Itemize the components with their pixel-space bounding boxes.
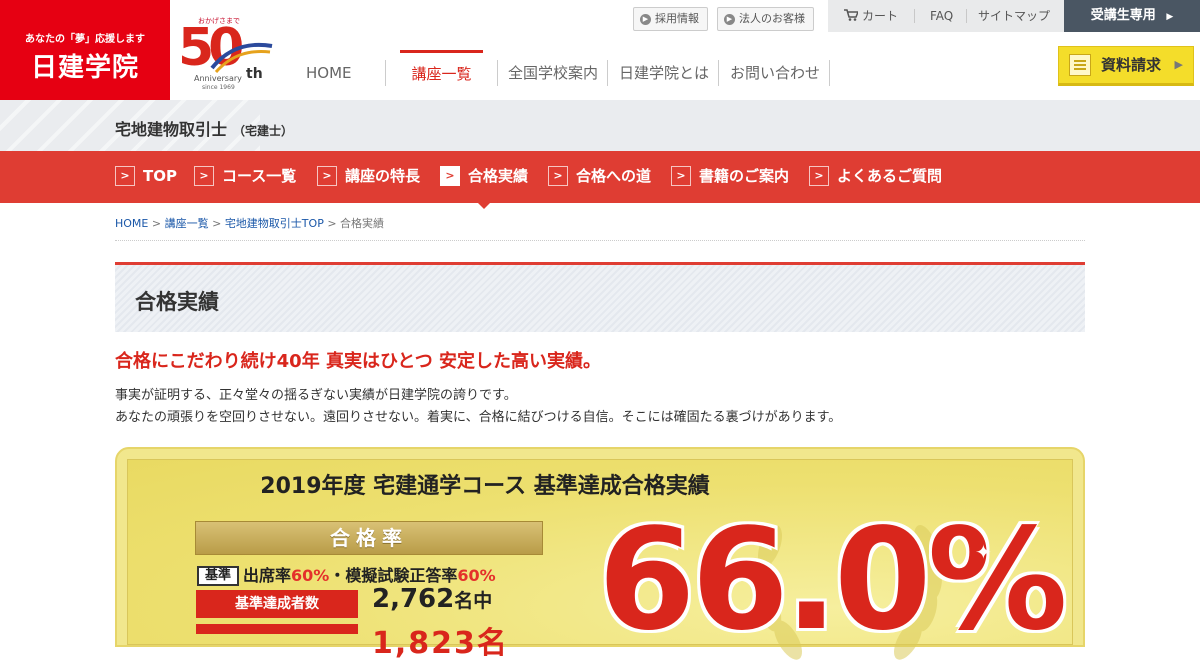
body-line-2: あなたの頑張りを空回りさせない。遠回りさせない。着実に、合格に結びつける自信。そ… <box>115 410 842 425</box>
gnav-about[interactable]: 日建学院とは <box>619 50 709 86</box>
subnav-top[interactable]: > TOP <box>115 163 177 189</box>
divider <box>829 60 830 86</box>
sparkle-icon: ✦ <box>975 540 992 564</box>
document-request-label: 資料請求 <box>1101 56 1162 74</box>
pass-rate-banner: 合格率 <box>195 521 543 555</box>
subnav-features[interactable]: > 講座の特長 <box>317 163 420 189</box>
breadcrumb-courses[interactable]: 講座一覧 <box>165 217 209 230</box>
gnav-contact[interactable]: お問い合わせ <box>730 50 820 86</box>
criteria-a-label: 出席率 <box>243 566 292 585</box>
lead-heading: 合格にこだわり続け40年 真実はひとつ 安定した高い実績。 <box>115 351 601 372</box>
achievers-value: 2,762 <box>372 584 455 614</box>
cart-link[interactable]: カート <box>844 0 898 32</box>
document-icon <box>1069 54 1091 76</box>
achievers-count: 2,762名中 <box>372 584 492 614</box>
logo-name: 日建学院 <box>30 53 139 83</box>
subnav-label: 書籍のご案内 <box>699 167 790 185</box>
subnav-label: コース一覧 <box>222 167 297 185</box>
achievers-unit: 名中 <box>454 590 493 612</box>
gnav-courses[interactable]: 講座一覧 <box>400 50 483 89</box>
body-line-1: 事実が証明する、正々堂々の揺るぎない実績が日建学院の誇りです。 <box>115 388 517 403</box>
play-icon: ▶ <box>724 13 735 25</box>
breadcrumb-separator: > <box>212 217 222 230</box>
criteria-a-value: 60% <box>291 566 330 585</box>
chevron-right-icon: > <box>317 165 337 186</box>
criteria-b-label: 模擬試験正答率 <box>345 566 458 585</box>
chevron-right-icon: > <box>809 165 829 186</box>
page-title: 合格実績 <box>135 290 219 314</box>
subnav-label: TOP <box>143 167 177 185</box>
member-only-button[interactable]: 受講生専用 ▶ <box>1064 0 1200 32</box>
logo-tagline: あなたの「夢」応援します <box>25 34 145 45</box>
subnav-results[interactable]: > 合格実績 <box>440 163 528 189</box>
anniversary-label: Anniversary <box>194 74 242 83</box>
criteria-join: ・ <box>329 566 346 585</box>
course-title-text: 宅地建物取引士 <box>115 120 228 139</box>
divider <box>497 60 498 86</box>
breadcrumb: HOME > 講座一覧 > 宅地建物取引士TOP > 合格実績 <box>115 215 384 231</box>
subnav-faq[interactable]: > よくあるご質問 <box>809 163 942 189</box>
divider <box>385 60 386 86</box>
breadcrumb-home[interactable]: HOME <box>115 217 148 230</box>
divider <box>966 9 967 23</box>
breadcrumb-course-top[interactable]: 宅地建物取引士TOP <box>225 217 324 230</box>
breadcrumb-separator: > <box>151 217 162 230</box>
passers-count: 1,823名 <box>372 626 509 661</box>
page-title-box: 合格実績 <box>115 262 1085 332</box>
chevron-right-icon: > <box>671 165 691 186</box>
recruit-label: 採用情報 <box>655 12 699 25</box>
sitemap-link[interactable]: サイトマップ <box>978 0 1050 32</box>
breadcrumb-separator: > <box>327 217 337 230</box>
chevron-right-icon: > <box>548 165 568 186</box>
utility-bar: カート FAQ サイトマップ <box>828 0 1064 32</box>
criteria-tag: 基準 <box>197 566 240 586</box>
anniversary-swoosh-icon <box>210 42 273 74</box>
passers-label-bar <box>196 624 358 634</box>
gnav-schools[interactable]: 全国学校案内 <box>508 50 598 86</box>
divider <box>718 60 719 86</box>
divider <box>607 60 608 86</box>
subnav-label: 合格実績 <box>468 167 529 185</box>
subnav-label: よくあるご質問 <box>837 167 943 185</box>
subnav-books[interactable]: > 書籍のご案内 <box>671 163 789 189</box>
course-title: 宅地建物取引士 （宅建士） <box>115 116 293 140</box>
subnav-path[interactable]: > 合格への道 <box>548 163 651 189</box>
subnav-label: 合格への道 <box>576 167 652 185</box>
triangle-right-icon: ▶ <box>1166 12 1174 22</box>
course-short-name: （宅建士） <box>233 124 294 138</box>
anniversary-logo: おかげさまで 50 Anniversary th since 1969 <box>176 16 276 92</box>
document-request-button[interactable]: 資料請求 ▶ <box>1058 46 1194 86</box>
corporate-label: 法人のお客様 <box>739 12 805 25</box>
member-label: 受講生専用 <box>1090 8 1156 23</box>
criteria-b-value: 60% <box>457 566 496 585</box>
gnav-home[interactable]: HOME <box>306 50 352 86</box>
subnav-course-list[interactable]: > コース一覧 <box>194 163 296 189</box>
site-logo[interactable]: あなたの「夢」応援します 日建学院 <box>0 0 170 100</box>
chevron-right-icon: > <box>115 165 135 186</box>
achievers-label: 基準達成者数 <box>196 590 358 618</box>
cart-icon <box>844 9 860 21</box>
chevron-right-icon: > <box>194 165 214 186</box>
criteria-line: 基準 出席率60%・模擬試験正答率60% <box>197 562 496 586</box>
divider <box>914 9 915 23</box>
anniversary-suffix: th <box>246 66 263 82</box>
cart-label: カート <box>862 9 899 23</box>
corporate-button[interactable]: ▶ 法人のお客様 <box>717 7 814 31</box>
faq-link[interactable]: FAQ <box>930 0 953 32</box>
results-title: 2019年度 宅建通学コース 基準達成合格実績 <box>260 474 710 499</box>
anniversary-since: since 1969 <box>202 84 235 91</box>
divider <box>115 240 1085 241</box>
triangle-right-icon: ▶ <box>1174 58 1183 71</box>
chevron-right-icon: > <box>440 165 460 186</box>
subnav-label: 講座の特長 <box>345 167 421 185</box>
pass-rate-value: 66.0% <box>598 499 1068 662</box>
breadcrumb-current: 合格実績 <box>340 217 385 230</box>
play-icon: ▶ <box>640 13 651 25</box>
recruit-button[interactable]: ▶ 採用情報 <box>633 7 708 31</box>
